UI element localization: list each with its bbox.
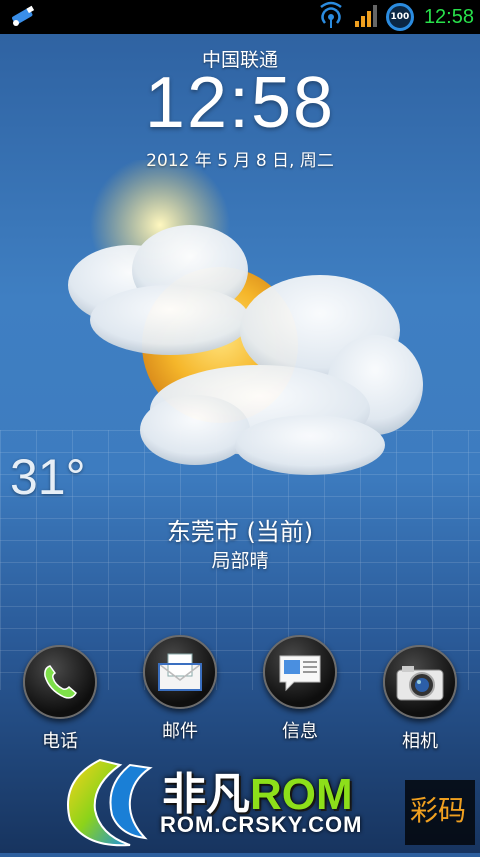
status-time: 12:58 bbox=[423, 5, 474, 28]
shortcut-messages[interactable]: 信息 bbox=[245, 635, 355, 743]
wifi-icon bbox=[314, 1, 348, 33]
weather-condition: 局部晴 bbox=[211, 550, 269, 572]
status-bar: 100 12:58 bbox=[0, 0, 480, 34]
usb-debug-icon bbox=[8, 4, 38, 34]
phone-icon bbox=[23, 645, 97, 719]
lockscreen-shortcuts: 电话 邮件 信息 相机 bbox=[0, 635, 480, 752]
weather-partly-sunny-icon bbox=[60, 155, 440, 500]
signal-strength-icon bbox=[354, 2, 380, 32]
svg-text:彩码: 彩码 bbox=[410, 794, 466, 827]
message-icon bbox=[263, 635, 337, 709]
temperature: 31° bbox=[10, 449, 86, 505]
mail-icon bbox=[143, 635, 217, 709]
shortcut-mail[interactable]: 邮件 bbox=[125, 635, 235, 743]
lockscreen-clock: 12:58 bbox=[144, 63, 336, 143]
watermark-url: ROM.CRSKY.COM bbox=[160, 812, 363, 837]
battery-icon: 100 bbox=[385, 3, 414, 31]
shortcut-phone[interactable]: 电话 bbox=[5, 645, 115, 753]
shortcut-camera[interactable]: 相机 bbox=[365, 645, 475, 753]
weather-city[interactable]: 东莞市 (当前) bbox=[0, 512, 480, 547]
camera-icon bbox=[383, 645, 457, 719]
